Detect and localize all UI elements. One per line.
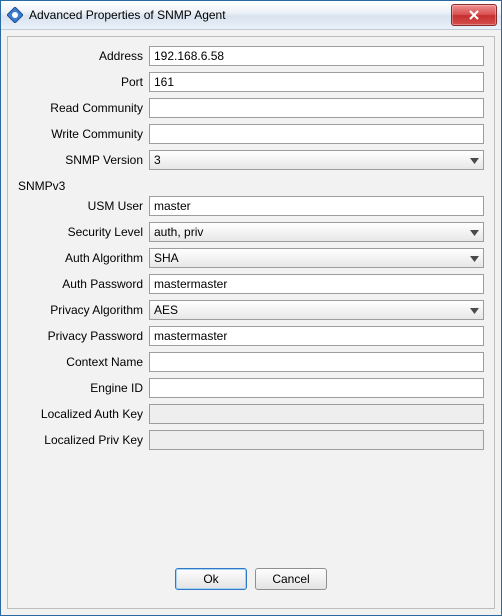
input-write-community[interactable] (149, 124, 484, 144)
label-localized-auth-key: Localized Auth Key (18, 407, 149, 421)
row-usm-user: USM User (18, 195, 484, 217)
window-title: Advanced Properties of SNMP Agent (29, 8, 451, 22)
select-snmp-version-value: 3 (154, 153, 461, 167)
row-port: Port (18, 71, 484, 93)
label-security-level: Security Level (18, 225, 149, 239)
ok-button[interactable]: Ok (175, 568, 247, 590)
select-auth-algorithm-value: SHA (154, 251, 461, 265)
input-localized-auth-key (149, 404, 484, 424)
label-port: Port (18, 75, 149, 89)
row-context-name: Context Name (18, 351, 484, 373)
input-engine-id[interactable] (149, 378, 484, 398)
input-localized-priv-key (149, 430, 484, 450)
input-usm-user[interactable] (149, 196, 484, 216)
input-address[interactable] (149, 46, 484, 66)
row-localized-priv-key: Localized Priv Key (18, 429, 484, 451)
label-privacy-password: Privacy Password (18, 329, 149, 343)
row-security-level: Security Level auth, priv (18, 221, 484, 243)
input-context-name[interactable] (149, 352, 484, 372)
input-port[interactable] (149, 72, 484, 92)
row-privacy-password: Privacy Password (18, 325, 484, 347)
label-address: Address (18, 49, 149, 63)
titlebar: Advanced Properties of SNMP Agent (1, 1, 501, 30)
chevron-down-icon (470, 225, 479, 239)
chevron-down-icon (470, 251, 479, 265)
select-privacy-algorithm[interactable]: AES (149, 300, 484, 320)
close-button[interactable] (451, 4, 497, 26)
input-auth-password[interactable] (149, 274, 484, 294)
select-security-level[interactable]: auth, priv (149, 222, 484, 242)
label-context-name: Context Name (18, 355, 149, 369)
label-auth-password: Auth Password (18, 277, 149, 291)
chevron-down-icon (470, 303, 479, 317)
row-auth-password: Auth Password (18, 273, 484, 295)
label-engine-id: Engine ID (18, 381, 149, 395)
select-privacy-algorithm-value: AES (154, 303, 461, 317)
form-panel: Address Port Read Community Write Commun… (7, 36, 495, 609)
dialog-window: Advanced Properties of SNMP Agent Addres… (0, 0, 502, 616)
label-read-community: Read Community (18, 101, 149, 115)
chevron-down-icon (470, 153, 479, 167)
row-localized-auth-key: Localized Auth Key (18, 403, 484, 425)
label-snmp-version: SNMP Version (18, 153, 149, 167)
label-privacy-algorithm: Privacy Algorithm (18, 303, 149, 317)
row-snmp-version: SNMP Version 3 (18, 149, 484, 171)
select-snmp-version[interactable]: 3 (149, 150, 484, 170)
button-bar: Ok Cancel (18, 562, 484, 600)
app-icon (7, 7, 23, 23)
group-label-snmpv3: SNMPv3 (18, 179, 484, 193)
row-auth-algorithm: Auth Algorithm SHA (18, 247, 484, 269)
client-area: Address Port Read Community Write Commun… (1, 30, 501, 615)
panel-spacer (18, 455, 484, 562)
close-icon (469, 10, 479, 20)
input-privacy-password[interactable] (149, 326, 484, 346)
select-auth-algorithm[interactable]: SHA (149, 248, 484, 268)
row-read-community: Read Community (18, 97, 484, 119)
label-write-community: Write Community (18, 127, 149, 141)
input-read-community[interactable] (149, 98, 484, 118)
label-auth-algorithm: Auth Algorithm (18, 251, 149, 265)
cancel-button[interactable]: Cancel (255, 568, 327, 590)
row-privacy-algorithm: Privacy Algorithm AES (18, 299, 484, 321)
select-security-level-value: auth, priv (154, 225, 461, 239)
row-address: Address (18, 45, 484, 67)
label-localized-priv-key: Localized Priv Key (18, 433, 149, 447)
row-engine-id: Engine ID (18, 377, 484, 399)
row-write-community: Write Community (18, 123, 484, 145)
label-usm-user: USM User (18, 199, 149, 213)
